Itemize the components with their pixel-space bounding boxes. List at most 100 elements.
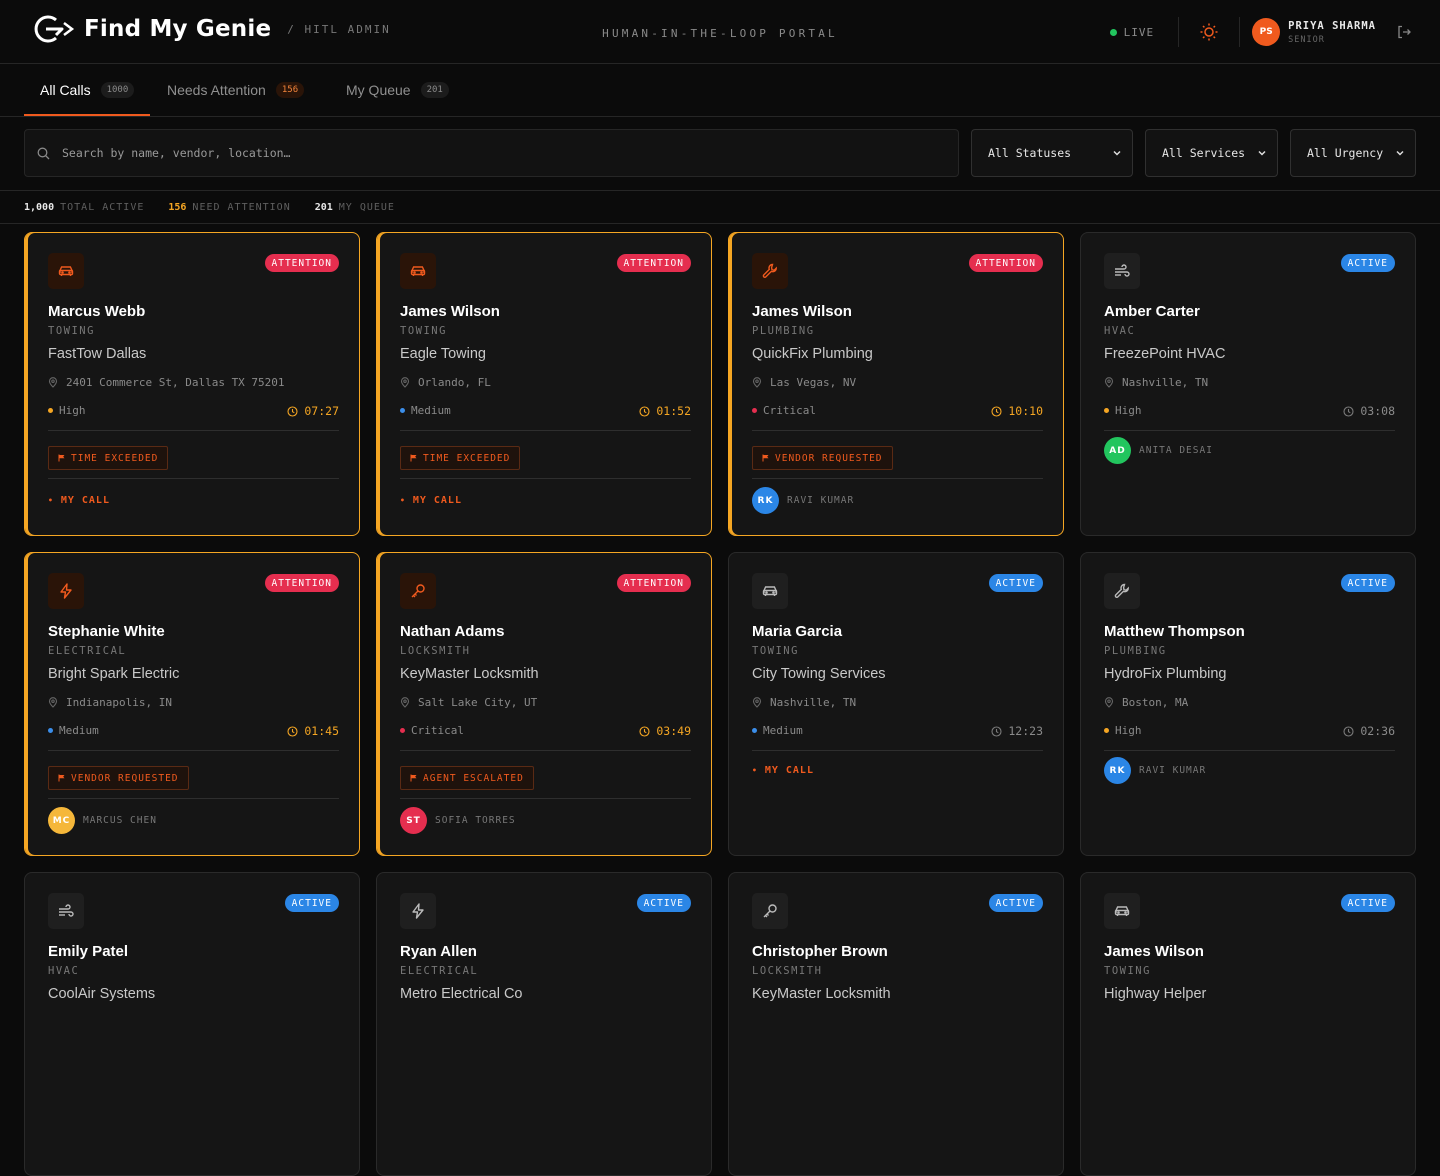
vendor-name: FreezePoint HVAC bbox=[1104, 346, 1226, 362]
vendor-name: FastTow Dallas bbox=[48, 346, 147, 362]
service-type: PLUMBING bbox=[1104, 645, 1167, 657]
call-card[interactable]: ATTENTION James Wilson TOWING Eagle Towing O… bbox=[376, 232, 712, 536]
services-filter-select[interactable]: All Services bbox=[1145, 129, 1278, 177]
call-card[interactable]: ACTIVE Matthew Thompson PLUMBING HydroFix P… bbox=[1080, 552, 1416, 856]
service-type: ELECTRICAL bbox=[48, 645, 127, 657]
urgency-dot-icon bbox=[752, 728, 757, 733]
status-badge: ACTIVE bbox=[1340, 894, 1395, 912]
brand-subtitle: / HITL ADMIN bbox=[287, 22, 391, 36]
customer-name: James Wilson bbox=[752, 303, 852, 320]
status-badge: ACTIVE bbox=[284, 894, 339, 912]
elapsed-time: 02:36 bbox=[1360, 724, 1395, 738]
theme-toggle-button[interactable] bbox=[1191, 16, 1227, 48]
my-call-indicator[interactable]: • MY CALL bbox=[400, 495, 462, 506]
assigned-agent[interactable]: RK RAVI KUMAR bbox=[752, 487, 854, 514]
customer-name: Stephanie White bbox=[48, 623, 165, 640]
card-divider bbox=[752, 478, 1043, 479]
location-row: Nashville, TN bbox=[752, 696, 856, 709]
status-badge: ACTIVE bbox=[1340, 254, 1395, 272]
assigned-agent[interactable]: RK RAVI KUMAR bbox=[1104, 757, 1206, 784]
my-call-indicator[interactable]: • MY CALL bbox=[752, 765, 814, 776]
service-icon-badge bbox=[752, 253, 788, 289]
logout-icon bbox=[1398, 25, 1411, 39]
flag-tag: VENDOR REQUESTED bbox=[48, 766, 189, 790]
status-filter-value: All Statuses bbox=[988, 146, 1072, 160]
stats-bar: 1,000 TOTAL ACTIVE 156 NEED ATTENTION 201 M… bbox=[0, 190, 1440, 224]
status-filter-select[interactable]: All Statuses bbox=[971, 129, 1133, 177]
elapsed-timer: 07:27 bbox=[287, 404, 339, 418]
stat-my-queue: 201 MY QUEUE bbox=[315, 202, 395, 213]
location-text: 2401 Commerce St, Dallas TX 75201 bbox=[66, 376, 285, 389]
agent-name: SOFIA TORRES bbox=[435, 815, 516, 826]
call-card[interactable]: ATTENTION Nathan Adams LOCKSMITH KeyMaster … bbox=[376, 552, 712, 856]
urgency-level: High bbox=[1115, 404, 1142, 417]
sun-icon bbox=[1200, 23, 1218, 41]
elapsed-timer: 02:36 bbox=[1343, 724, 1395, 738]
service-icon-badge bbox=[48, 253, 84, 289]
tab-bar: All Calls 1000 Needs Attention 156 My Qu… bbox=[0, 64, 1440, 117]
service-type: TOWING bbox=[1104, 965, 1151, 977]
flag-tag: TIME EXCEEDED bbox=[48, 446, 169, 470]
user-name: PRIYA SHARMA bbox=[1288, 19, 1376, 32]
tab-count-badge: 201 bbox=[420, 82, 449, 98]
service-icon-badge bbox=[48, 573, 84, 609]
assigned-agent[interactable]: AD ANITA DESAI bbox=[1104, 437, 1213, 464]
user-avatar[interactable]: PS bbox=[1252, 18, 1281, 46]
assigned-agent[interactable]: MC MARCUS CHEN bbox=[48, 807, 157, 834]
urgency-level: High bbox=[59, 404, 86, 417]
agent-avatar: AD bbox=[1104, 437, 1131, 464]
call-card[interactable]: ACTIVE Amber Carter HVAC FreezePoint HVAC Na… bbox=[1080, 232, 1416, 536]
call-card[interactable]: ATTENTION James Wilson PLUMBING QuickFix Pl… bbox=[728, 232, 1064, 536]
call-card[interactable]: ACTIVE Ryan Allen ELECTRICAL Metro Electric… bbox=[376, 872, 712, 1176]
tab-needs-attention[interactable]: Needs Attention 156 bbox=[167, 64, 305, 116]
flag-icon bbox=[762, 454, 769, 462]
service-type: LOCKSMITH bbox=[752, 965, 823, 977]
status-badge: ACTIVE bbox=[636, 894, 691, 912]
call-card[interactable]: ACTIVE James Wilson TOWING Highway Helper bbox=[1080, 872, 1416, 1176]
live-label: LIVE bbox=[1123, 25, 1155, 39]
location-pin-icon bbox=[1104, 377, 1114, 388]
urgency-row: Critical bbox=[752, 404, 816, 417]
assigned-agent[interactable]: ST SOFIA TORRES bbox=[400, 807, 516, 834]
agent-name: ANITA DESAI bbox=[1139, 445, 1213, 456]
my-call-indicator[interactable]: • MY CALL bbox=[48, 495, 110, 506]
flag-text: VENDOR REQUESTED bbox=[775, 452, 883, 464]
card-divider bbox=[400, 798, 691, 799]
location-row: Las Vegas, NV bbox=[752, 376, 856, 389]
urgency-row: Critical bbox=[400, 724, 464, 737]
urgency-level: Critical bbox=[763, 404, 816, 417]
flag-tag: TIME EXCEEDED bbox=[400, 446, 521, 470]
location-row: Salt Lake City, UT bbox=[400, 696, 537, 709]
card-divider bbox=[48, 478, 339, 479]
call-card[interactable]: ATTENTION Stephanie White ELECTRICAL Bright… bbox=[24, 552, 360, 856]
wrench-icon bbox=[761, 262, 779, 280]
elapsed-time: 10:10 bbox=[1008, 404, 1043, 418]
call-card[interactable]: ACTIVE Christopher Brown LOCKSMITH KeyMaste… bbox=[728, 872, 1064, 1176]
location-pin-icon bbox=[400, 377, 410, 388]
brand-name: Find My Genie bbox=[84, 16, 272, 42]
urgency-filter-select[interactable]: All Urgency bbox=[1290, 129, 1416, 177]
tab-all-calls[interactable]: All Calls 1000 bbox=[23, 64, 151, 116]
clock-icon bbox=[639, 405, 650, 417]
search-input[interactable] bbox=[62, 146, 922, 160]
tab-my-queue[interactable]: My Queue 201 bbox=[346, 64, 449, 116]
call-card[interactable]: ACTIVE Maria Garcia TOWING City Towing Serv… bbox=[728, 552, 1064, 856]
urgency-level: Critical bbox=[411, 724, 464, 737]
key-icon bbox=[761, 902, 779, 920]
service-icon-badge bbox=[1104, 573, 1140, 609]
logout-button[interactable] bbox=[1396, 24, 1412, 40]
status-badge: ACTIVE bbox=[1340, 574, 1395, 592]
call-card[interactable]: ACTIVE Emily Patel HVAC CoolAir Systems bbox=[24, 872, 360, 1176]
card-divider bbox=[752, 430, 1043, 431]
vendor-name: Eagle Towing bbox=[400, 346, 486, 362]
tab-label: All Calls bbox=[40, 82, 91, 98]
call-card[interactable]: ATTENTION Marcus Webb TOWING FastTow Dallas… bbox=[24, 232, 360, 536]
flag-text: AGENT ESCALATED bbox=[423, 772, 524, 784]
vendor-name: Bright Spark Electric bbox=[48, 666, 180, 682]
live-dot-icon bbox=[1109, 28, 1117, 36]
urgency-row: Medium bbox=[752, 724, 803, 737]
brand-logo[interactable]: Find My Genie / HITL ADMIN bbox=[26, 14, 391, 44]
my-call-dot-icon: • bbox=[400, 496, 406, 505]
car-icon bbox=[1113, 902, 1131, 920]
service-type: PLUMBING bbox=[752, 325, 815, 337]
